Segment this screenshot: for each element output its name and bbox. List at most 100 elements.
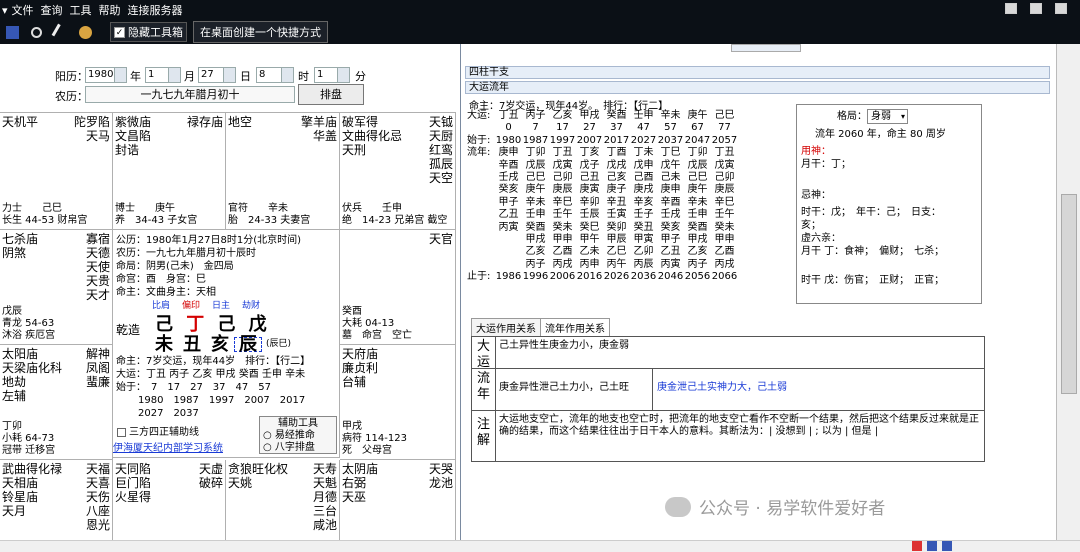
palace-main-stars: 太阴庙 右弼 天巫 xyxy=(342,462,379,504)
palace-minor-stars: 陀罗陷 天马 xyxy=(73,115,110,143)
month-input[interactable]: 1 xyxy=(145,67,181,83)
search-icon[interactable] xyxy=(31,26,42,38)
menu-connect[interactable]: 连接服务器 xyxy=(128,2,183,18)
palace-main-stars: 天机平 xyxy=(2,115,39,129)
palace-main-stars: 七杀庙 阴煞 xyxy=(2,232,39,260)
create-shortcut-button[interactable]: 在桌面创建一个快捷方式 xyxy=(193,21,328,43)
learning-system-link[interactable]: 伊海厦天纪内部学习系统 xyxy=(113,442,223,455)
table-cell: 乙酉 xyxy=(552,246,573,258)
vertical-scrollbar[interactable] xyxy=(1056,44,1080,552)
table-cell: 丙午 xyxy=(606,258,627,270)
paipan-button[interactable]: 排盘 xyxy=(298,84,364,105)
relation-text-2: 庚金泄己土实神力大，己土弱 xyxy=(657,382,787,393)
menu-file[interactable]: 文件 xyxy=(12,2,34,18)
table-cell: 27 xyxy=(583,122,596,134)
palace-row4-1[interactable]: 武曲得化禄 天相庙 铃星庙 天月 天福 天喜 天伤 八座 恩光 xyxy=(0,460,113,552)
palace-zinv[interactable]: 紫微庙 文昌陷 封诰 禄存庙 博士 庚午 养 34-43 子女宫 xyxy=(113,112,226,230)
save-icon[interactable] xyxy=(6,25,19,39)
relation-row-dayun: 大 运 己土异性生庚金力小，庚金弱 xyxy=(472,337,984,370)
minimize-icon[interactable] xyxy=(1005,3,1017,14)
qianzao-label: 乾造 xyxy=(116,323,141,337)
dayun-header[interactable]: 大运流年 xyxy=(465,81,1050,94)
table-cell: 甲寅 xyxy=(633,233,654,245)
geju-select[interactable]: 身弱 ▾ xyxy=(867,109,908,124)
aux-option-bazi[interactable]: ○ 八字排盘 xyxy=(263,442,333,454)
hide-toolbox-checkbox[interactable]: ✓ 隐藏工具箱 xyxy=(110,22,187,42)
palace-row4-4[interactable]: 太阴庙 右弼 天巫 天哭 龙池 xyxy=(340,460,456,552)
hour-unit: 时 xyxy=(298,70,309,83)
pen-icon[interactable] xyxy=(51,23,70,41)
palace-ming[interactable]: 天官 癸酉 大耗 04-13 墓 命宫 空亡 xyxy=(340,230,456,345)
palace-row4-3[interactable]: 贪狼旺化权 天姚 天寿 天魁 月德 三台 咸池 xyxy=(226,460,340,552)
tray-icon[interactable] xyxy=(942,541,952,551)
row-label: 大 运 xyxy=(472,337,496,370)
stem-char: 己 xyxy=(155,313,173,335)
aux-option-yijing[interactable]: ○ 易经推命 xyxy=(263,430,333,442)
yuegan2-text: 月干 丁：食神； 偏财； 七杀； xyxy=(801,246,945,257)
minute-input[interactable]: 1 xyxy=(314,67,350,83)
sizhu-header[interactable]: 四柱干支 xyxy=(465,66,1050,79)
row-label: 始于: xyxy=(467,134,491,146)
ime-icon[interactable] xyxy=(912,541,922,551)
palace-xiongdi[interactable]: 破军得 文曲得化忌 天刑 天钺 天厨 红鸾 孤辰 天空 伏兵 壬申 绝 14-2… xyxy=(340,112,456,230)
relation-tabs: 大运作用关系 流年作用关系 xyxy=(471,318,610,337)
table-cell: 甲子 xyxy=(498,196,519,208)
scrollbar-thumb[interactable] xyxy=(1061,194,1077,394)
aux-tools-group: 辅助工具 ○ 易经推命 ○ 八字排盘 xyxy=(259,416,337,454)
watermark: 公众号 · 易学软件爱好者 xyxy=(665,494,885,519)
tab-liunian-relation[interactable]: 流年作用关系 xyxy=(540,318,610,337)
table-cell: 丁卯 xyxy=(525,147,546,159)
menu-help[interactable]: 帮助 xyxy=(99,2,121,18)
table-cell xyxy=(495,234,522,246)
table-cell: 壬戌 xyxy=(660,209,681,221)
table-cell: 1986 xyxy=(495,271,522,283)
palace-fuqi[interactable]: 地空 擎羊庙 华盖 官符 辛未 胎 24-33 夫妻宫 xyxy=(226,112,340,230)
palace-row4-2[interactable]: 天同陷 巨门陷 火星得 天虚 破碎 xyxy=(113,460,226,552)
table-cell: 戊辰 xyxy=(687,159,708,171)
close-icon[interactable] xyxy=(1055,3,1067,14)
year-input[interactable]: 1980 xyxy=(85,67,127,83)
panel-tab-stub[interactable] xyxy=(731,44,801,52)
tray-icon[interactable] xyxy=(927,541,937,551)
gongli-text: 公历：1980年1月27日8时1分(北京时间) xyxy=(116,235,302,246)
relation-row-liunian: 流 年 庚金异性泄己土力小，己土旺 庚金泄己土实神力大，己土弱 xyxy=(472,369,984,411)
row-label: 流年: xyxy=(467,147,491,159)
window-controls xyxy=(1005,3,1074,14)
table-cell: 丁酉 xyxy=(606,147,627,159)
table-cell: 乙酉 xyxy=(714,246,735,258)
sanfang-checkbox[interactable]: 三方四正辅助线 xyxy=(117,426,199,439)
palace-footer: 甲戌 病符 114-123 死 父母宫 xyxy=(342,421,407,456)
palace-footer: 伏兵 壬申 绝 14-23 兄弟宫 截空 xyxy=(342,203,448,226)
palace-qianyi[interactable]: 太阳庙 天梁庙化科 地劫 左辅 解神 凤阁 蜚廉 丁卯 小耗 64-73 冠带 … xyxy=(0,345,113,460)
wechat-icon xyxy=(665,496,691,517)
menu-tools[interactable]: 工具 xyxy=(70,2,92,18)
stem-char: 己 xyxy=(217,313,236,335)
table-cell: 甲戌 xyxy=(579,110,600,121)
palace-sicai[interactable]: 天机平 陀罗陷 天马 力士 己巳 长生 44-53 财帛宫 xyxy=(0,112,113,230)
table-cell xyxy=(495,246,522,258)
table-cell: 77 xyxy=(718,122,731,134)
restore-icon[interactable] xyxy=(1030,3,1042,14)
relation-table: 大 运 己土异性生庚金力小，庚金弱 流 年 庚金异性泄己土力小，己土旺 庚金泄己… xyxy=(471,336,985,462)
liunian-row: 丙寅 癸酉 癸未 癸巳 癸卯 癸丑 癸亥 癸酉 癸未 xyxy=(467,222,797,234)
table-cell: 己卯 xyxy=(714,171,735,183)
day-input[interactable]: 27 xyxy=(198,67,236,83)
bug-icon[interactable] xyxy=(79,25,92,39)
palace-jie[interactable]: 七杀庙 阴煞 寡宿 天德 天使 天贵 天才 戊辰 青龙 54-63 沐浴 疾厄宫 xyxy=(0,230,113,345)
hour-input[interactable]: 8 xyxy=(256,67,294,83)
table-cell: 0 xyxy=(505,122,512,134)
table-cell: 辛巳 xyxy=(714,196,735,208)
branch-char: 丑 xyxy=(183,334,201,355)
table-cell: 己亥 xyxy=(606,171,627,183)
month-unit: 月 xyxy=(184,70,195,83)
palace-main-stars: 太阳庙 天梁庙化科 地劫 左辅 xyxy=(2,347,63,403)
menu-query[interactable]: 查询 xyxy=(41,2,63,18)
liunian-row: 壬戌 己巳 己卯 己丑 己亥 己酉 己未 己巳 己卯 xyxy=(467,172,797,184)
tab-dayun-relation[interactable]: 大运作用关系 xyxy=(471,318,541,337)
minggong-text: 命宫：酉 身宫：巳 xyxy=(116,274,206,285)
table-cell: 甲戌 xyxy=(687,233,708,245)
table-cell: 1997 xyxy=(549,134,576,146)
table-cell: 庚申 xyxy=(498,147,519,159)
palace-fumu[interactable]: 天府庙 廉贞利 台辅 甲戌 病符 114-123 死 父母宫 xyxy=(340,345,456,460)
lunar-field[interactable]: 一九七九年腊月初十 xyxy=(85,86,295,103)
